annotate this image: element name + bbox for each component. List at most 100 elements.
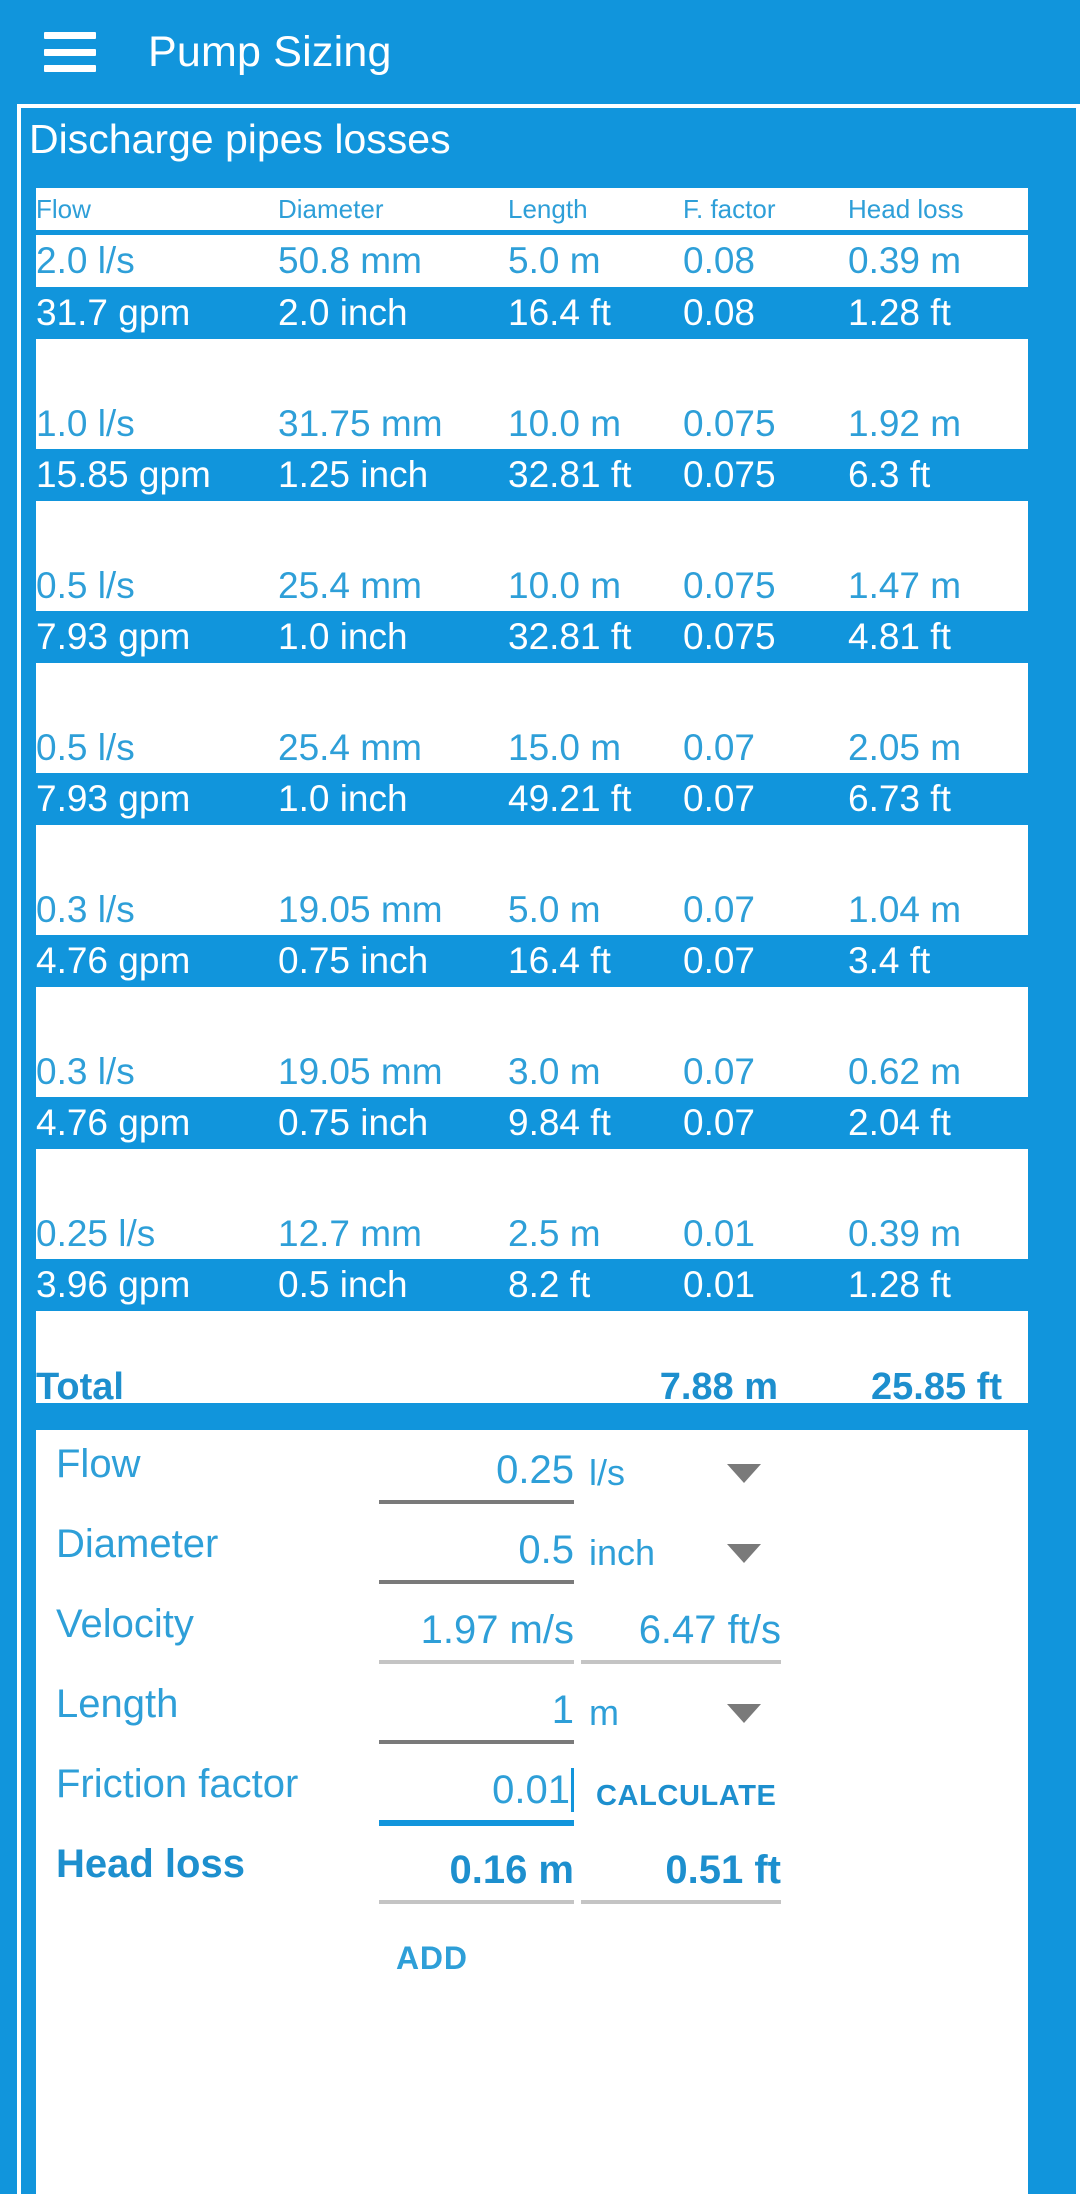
cell-diameter-imperial: 1.0 inch <box>278 778 408 819</box>
cell-head-loss-imperial: 4.81 ft <box>848 616 951 657</box>
text-caret <box>571 1768 574 1812</box>
cell-f-factor-metric: 0.07 <box>683 1051 756 1092</box>
velocity-imperial-underline <box>581 1660 781 1664</box>
hamburger-menu-icon[interactable] <box>44 32 96 72</box>
cell-f-factor-metric: 0.07 <box>683 889 756 930</box>
section-title: Discharge pipes losses <box>29 116 451 162</box>
cell-length-metric: 10.0 m <box>508 403 622 444</box>
table-row-metric[interactable]: 2.0 l/s 50.8 mm 5.0 m 0.08 0.39 m <box>36 235 1028 287</box>
table-row-imperial[interactable]: 15.85 gpm 1.25 inch 32.81 ft 0.075 6.3 ft <box>36 449 1028 501</box>
table-row-imperial[interactable]: 7.93 gpm 1.0 inch 49.21 ft 0.07 6.73 ft <box>36 773 1028 825</box>
cell-flow-metric: 0.5 l/s <box>36 565 135 606</box>
flow-unit-chevron-down-icon[interactable] <box>727 1464 761 1483</box>
cell-head-loss-metric: 1.04 m <box>848 889 962 930</box>
cell-length-imperial: 16.4 ft <box>508 292 611 333</box>
diameter-unit: inch <box>589 1532 656 1573</box>
cell-diameter-metric: 19.05 mm <box>278 1051 443 1092</box>
table-row-imperial[interactable]: 4.76 gpm 0.75 inch 9.84 ft 0.07 2.04 ft <box>36 1097 1028 1149</box>
cell-flow-imperial: 7.93 gpm <box>36 616 191 657</box>
form-row-length: Length 1 m <box>36 1670 1028 1750</box>
table-row-metric[interactable]: 0.25 l/s 12.7 mm 2.5 m 0.01 0.39 m <box>36 1149 1028 1259</box>
flow-value: 0.25 <box>496 1448 574 1492</box>
cell-diameter-metric: 25.4 mm <box>278 565 422 606</box>
cell-f-factor-imperial: 0.08 <box>683 292 756 333</box>
table-row-imperial[interactable]: 3.96 gpm 0.5 inch 8.2 ft 0.01 1.28 ft <box>36 1259 1028 1311</box>
diameter-input[interactable]: 0.5 <box>379 1528 574 1584</box>
flow-input[interactable]: 0.25 <box>379 1448 574 1504</box>
form-row-head-loss: Head loss 0.16 m 0.51 ft <box>36 1830 1028 1910</box>
cell-diameter-metric: 19.05 mm <box>278 889 443 930</box>
table-row-imperial[interactable]: 4.76 gpm 0.75 inch 16.4 ft 0.07 3.4 ft <box>36 935 1028 987</box>
cell-f-factor-imperial: 0.075 <box>683 616 776 657</box>
head-loss-metric-value: 0.16 m <box>379 1848 574 1904</box>
diameter-label: Diameter <box>56 1522 219 1566</box>
cell-flow-imperial: 4.76 gpm <box>36 940 191 981</box>
cell-diameter-metric: 25.4 mm <box>278 727 422 768</box>
cell-diameter-metric: 31.75 mm <box>278 403 443 444</box>
cell-length-imperial: 9.84 ft <box>508 1102 611 1143</box>
form-row-diameter: Diameter 0.5 inch <box>36 1510 1028 1590</box>
diameter-underline <box>379 1580 574 1584</box>
table-row-metric[interactable]: 1.0 l/s 31.75 mm 10.0 m 0.075 1.92 m <box>36 339 1028 449</box>
cell-head-loss-metric: 0.39 m <box>848 1213 962 1254</box>
pipe-input-form: Flow 0.25 l/s Diameter 0.5 inch Velocity… <box>31 1425 1033 2194</box>
velocity-imperial-text: 6.47 ft/s <box>638 1608 781 1652</box>
table-row-metric[interactable]: 0.5 l/s 25.4 mm 10.0 m 0.075 1.47 m <box>36 501 1028 611</box>
cell-length-imperial: 32.81 ft <box>508 616 632 657</box>
table-row-imperial[interactable]: 31.7 gpm 2.0 inch 16.4 ft 0.08 1.28 ft <box>36 287 1028 339</box>
friction-factor-value: 0.01 <box>492 1768 570 1812</box>
cell-flow-imperial: 3.96 gpm <box>36 1264 191 1305</box>
form-row-velocity: Velocity 1.97 m/s 6.47 ft/s <box>36 1590 1028 1670</box>
cell-length-imperial: 16.4 ft <box>508 940 611 981</box>
cell-diameter-imperial: 1.0 inch <box>278 616 408 657</box>
velocity-metric-text: 1.97 m/s <box>420 1608 574 1652</box>
cell-f-factor-imperial: 0.07 <box>683 940 756 981</box>
length-label: Length <box>56 1682 179 1726</box>
table-row-metric[interactable]: 0.5 l/s 25.4 mm 15.0 m 0.07 2.05 m <box>36 663 1028 773</box>
velocity-metric-underline <box>379 1660 574 1664</box>
app-bar: Pump Sizing <box>0 0 1080 104</box>
cell-length-imperial: 32.81 ft <box>508 454 632 495</box>
cell-head-loss-imperial: 3.4 ft <box>848 940 931 981</box>
cell-f-factor-metric: 0.01 <box>683 1213 756 1254</box>
hamburger-bar-1 <box>44 32 96 39</box>
length-input[interactable]: 1 <box>379 1688 574 1744</box>
cell-length-metric: 15.0 m <box>508 727 622 768</box>
friction-factor-underline <box>379 1820 574 1826</box>
app-root: Pump Sizing Discharge pipes losses Flow … <box>0 0 1080 2194</box>
cell-f-factor-metric: 0.08 <box>683 240 756 281</box>
table-row-imperial[interactable]: 7.93 gpm 1.0 inch 32.81 ft 0.075 4.81 ft <box>36 611 1028 663</box>
velocity-metric-value: 1.97 m/s <box>379 1608 574 1664</box>
table-total-row: Total 7.88 m 25.85 ft <box>36 1311 1028 1408</box>
friction-factor-input[interactable]: 0.01 <box>379 1768 574 1826</box>
calculate-button[interactable]: CALCULATE <box>596 1780 776 1813</box>
cell-diameter-imperial: 1.25 inch <box>278 454 429 495</box>
cell-flow-metric: 0.25 l/s <box>36 1213 156 1254</box>
add-button[interactable]: ADD <box>396 1940 468 1977</box>
diameter-value: 0.5 <box>518 1528 574 1572</box>
cell-flow-metric: 1.0 l/s <box>36 403 135 444</box>
form-row-friction-factor: Friction factor 0.01 CALCULATE <box>36 1750 1028 1830</box>
velocity-label: Velocity <box>56 1602 194 1646</box>
cell-diameter-imperial: 0.75 inch <box>278 1102 429 1143</box>
cell-flow-metric: 0.3 l/s <box>36 1051 135 1092</box>
cell-length-imperial: 49.21 ft <box>508 778 632 819</box>
friction-factor-label: Friction factor <box>56 1762 299 1806</box>
diameter-unit-chevron-down-icon[interactable] <box>727 1544 761 1563</box>
cell-head-loss-metric: 0.39 m <box>848 240 962 281</box>
total-label: Total <box>36 1366 124 1408</box>
length-unit-chevron-down-icon[interactable] <box>727 1704 761 1723</box>
cell-flow-metric: 0.5 l/s <box>36 727 135 768</box>
form-row-flow: Flow 0.25 l/s <box>36 1430 1028 1510</box>
head-loss-imperial-text: 0.51 ft <box>665 1848 781 1892</box>
cell-diameter-metric: 50.8 mm <box>278 240 422 281</box>
hamburger-bar-2 <box>44 48 96 56</box>
card-rail-inner <box>1063 108 1068 2194</box>
table-row-metric[interactable]: 0.3 l/s 19.05 mm 5.0 m 0.07 1.04 m <box>36 825 1028 935</box>
length-underline <box>379 1740 574 1744</box>
flow-underline <box>379 1500 574 1504</box>
cell-f-factor-metric: 0.075 <box>683 565 776 606</box>
table-row-metric[interactable]: 0.3 l/s 19.05 mm 3.0 m 0.07 0.62 m <box>36 987 1028 1097</box>
flow-label: Flow <box>56 1442 141 1486</box>
cell-f-factor-imperial: 0.07 <box>683 778 756 819</box>
